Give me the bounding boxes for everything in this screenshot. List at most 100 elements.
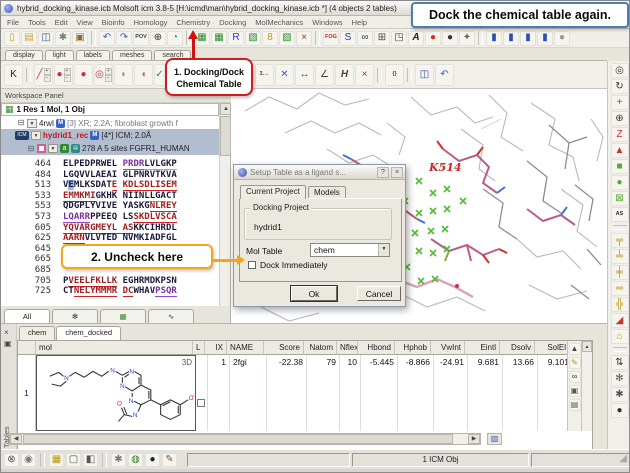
window-split-button[interactable]: ◧: [83, 453, 98, 467]
workspace-scrollbar[interactable]: ▲: [219, 103, 231, 306]
scrollbar-thumb[interactable]: [23, 434, 453, 444]
cpk-display-button[interactable]: ●: [74, 64, 93, 86]
sequence-row[interactable]: 725CTNELYMMMR DCWHAVPSQR: [1, 286, 219, 297]
stop-session-button[interactable]: ⊗: [4, 453, 19, 467]
r-console-button[interactable]: R: [228, 31, 244, 46]
stepper[interactable]: +−: [105, 68, 112, 82]
menu-view[interactable]: View: [77, 18, 93, 27]
scrollbar-thumb[interactable]: [220, 116, 231, 156]
tree-row-4rwi[interactable]: ⊟ ▼ 4rwI M [3] XR; 2.2A; fibroblast grow…: [1, 117, 219, 129]
dialog-title-bar[interactable]: Setup Table as a ligand s... ? ×: [234, 165, 405, 180]
globe-button[interactable]: ◍: [128, 453, 143, 467]
selection-braces-button[interactable]: {}: [385, 64, 404, 86]
cell-ix[interactable]: 1: [208, 355, 230, 431]
table-key-button[interactable]: 8: [262, 31, 278, 46]
cross-select-button[interactable]: ⊠: [611, 191, 629, 206]
save-button[interactable]: ◫: [38, 31, 54, 46]
menu-edit[interactable]: Edit: [55, 18, 68, 27]
wire-display-button[interactable]: K: [4, 64, 23, 86]
scroll-right-icon[interactable]: ▶: [468, 434, 480, 444]
column-blue-2-button[interactable]: ▮: [503, 31, 519, 46]
table-insert-button[interactable]: ▧: [245, 31, 261, 46]
column-header-solel[interactable]: SolEl: [535, 341, 570, 355]
sequence-row[interactable]: 484LGQVVLAEAI GLPNRVTKVA: [1, 170, 219, 181]
workspace-header[interactable]: ▦ 1 Res 1 Mol, 1 Obj: [1, 103, 219, 116]
move-label-button[interactable]: ✕: [275, 64, 294, 86]
grab-hand-button[interactable]: ●: [611, 403, 629, 418]
row-number[interactable]: 1: [18, 355, 36, 431]
sort-column-button[interactable]: ⇅: [611, 355, 629, 370]
sphere-red-button[interactable]: ●: [425, 31, 441, 46]
tab-chem_docked[interactable]: chem_docked: [56, 326, 121, 340]
tab-molecules-icon[interactable]: ✻: [52, 309, 98, 323]
as-graphic-button[interactable]: AS: [611, 207, 629, 222]
ribbon-display-button[interactable]: ◎+−: [94, 64, 113, 86]
tab-tables-icon[interactable]: ▦: [100, 309, 146, 323]
window-layout-button[interactable]: ◳: [391, 31, 407, 46]
open-file-button[interactable]: ▤: [21, 31, 37, 46]
resize-grip[interactable]: ◢: [619, 453, 627, 464]
menu-help[interactable]: Help: [352, 18, 367, 27]
cancel-button[interactable]: Cancel: [357, 286, 401, 301]
column-header-nflex[interactable]: Nflex: [337, 341, 358, 355]
find-object-button[interactable]: ⊕: [150, 31, 166, 46]
column-header-natom[interactable]: Natom: [304, 341, 337, 355]
grid-view-button[interactable]: ⊞: [374, 31, 390, 46]
menu-molmechanics[interactable]: MolMechanics: [255, 18, 303, 27]
column-header-name[interactable]: NAME: [227, 341, 264, 355]
sphere-gray-button[interactable]: ●: [554, 31, 570, 46]
surface-display-button[interactable]: ◗: [114, 64, 133, 86]
record-button[interactable]: ◉: [21, 453, 36, 467]
tab-labels[interactable]: labels: [76, 50, 110, 60]
step-minus-icon[interactable]: −: [44, 75, 51, 82]
skin-display-button[interactable]: ◖: [134, 64, 153, 86]
step-plus-icon[interactable]: +: [64, 68, 71, 75]
undo-button[interactable]: ↶: [99, 31, 115, 46]
clip-front-button[interactable]: ╤: [611, 233, 629, 248]
sphere-select-button[interactable]: ●: [611, 175, 629, 190]
table-view-button[interactable]: ▦: [49, 453, 64, 467]
sequence-row[interactable]: 625AARNVLVTED NVMKIADFGL: [1, 233, 219, 244]
menu-tools[interactable]: Tools: [28, 18, 46, 27]
menu-chemistry[interactable]: Chemistry: [176, 18, 210, 27]
undo-view-button[interactable]: ↶: [435, 64, 454, 86]
tab-all[interactable]: All: [4, 309, 50, 323]
tab-light[interactable]: light: [45, 50, 74, 60]
panel-b-button[interactable]: ▤: [569, 399, 581, 411]
stick-display-button[interactable]: ╱+−: [34, 64, 53, 86]
mol-table-select[interactable]: chem ▼: [310, 243, 390, 257]
cell-name[interactable]: 2fgi: [230, 355, 267, 431]
column-header-dsolv[interactable]: Dsolv: [500, 341, 535, 355]
chevron-down-icon[interactable]: ▼: [48, 144, 58, 153]
fog-button[interactable]: FOG: [323, 31, 339, 46]
close-button[interactable]: ×: [391, 167, 403, 178]
step-plus-icon[interactable]: +: [44, 68, 51, 75]
menu-docking[interactable]: Docking: [219, 18, 246, 27]
tab-meshes[interactable]: meshes: [112, 50, 153, 60]
paste-button[interactable]: ▣: [72, 31, 88, 46]
menu-file[interactable]: File: [7, 18, 19, 27]
column-header-ix[interactable]: IX: [205, 341, 227, 355]
angle-tool-button[interactable]: ∠: [315, 64, 334, 86]
table-query-button[interactable]: ▦: [211, 31, 227, 46]
cell-nflex[interactable]: 10: [340, 355, 361, 431]
sequence-row[interactable]: 464ELPEDPRWEL PRDRLVLGKP: [1, 159, 219, 170]
column-header-hphob[interactable]: Hphob: [395, 341, 431, 355]
delete-label-button[interactable]: ×: [355, 64, 374, 86]
sequence-row[interactable]: 553QDGPLYVIVE YASKGNLREY: [1, 201, 219, 212]
table-row[interactable]: 1: [18, 355, 573, 431]
sequence-row[interactable]: 705PVEELFKLLK EGHRMDKPSN: [1, 276, 219, 287]
ballstick-display-button[interactable]: ●+−: [54, 64, 73, 86]
row-up-button[interactable]: ▲: [569, 343, 581, 355]
scroll-up-icon[interactable]: ▲: [582, 341, 592, 352]
tree-row-hydrid1-rec[interactable]: ICM ▼ hydrid1_rec M [4*] ICM; 2.0Å: [1, 129, 219, 142]
column-blue-1-button[interactable]: ▮: [486, 31, 502, 46]
cell-eintl[interactable]: 9.681: [468, 355, 503, 431]
menu-bioinfo[interactable]: Bioinfo: [102, 18, 125, 27]
pen-tool-button[interactable]: ✎: [162, 453, 177, 467]
column-header-hbond[interactable]: Hbond: [358, 341, 395, 355]
save-view-button[interactable]: ◫: [415, 64, 434, 86]
edit-pencil-button[interactable]: ✎: [569, 357, 581, 369]
tab-chem[interactable]: chem: [19, 326, 55, 340]
label-residue-button[interactable]: 3.↔: [255, 64, 274, 86]
